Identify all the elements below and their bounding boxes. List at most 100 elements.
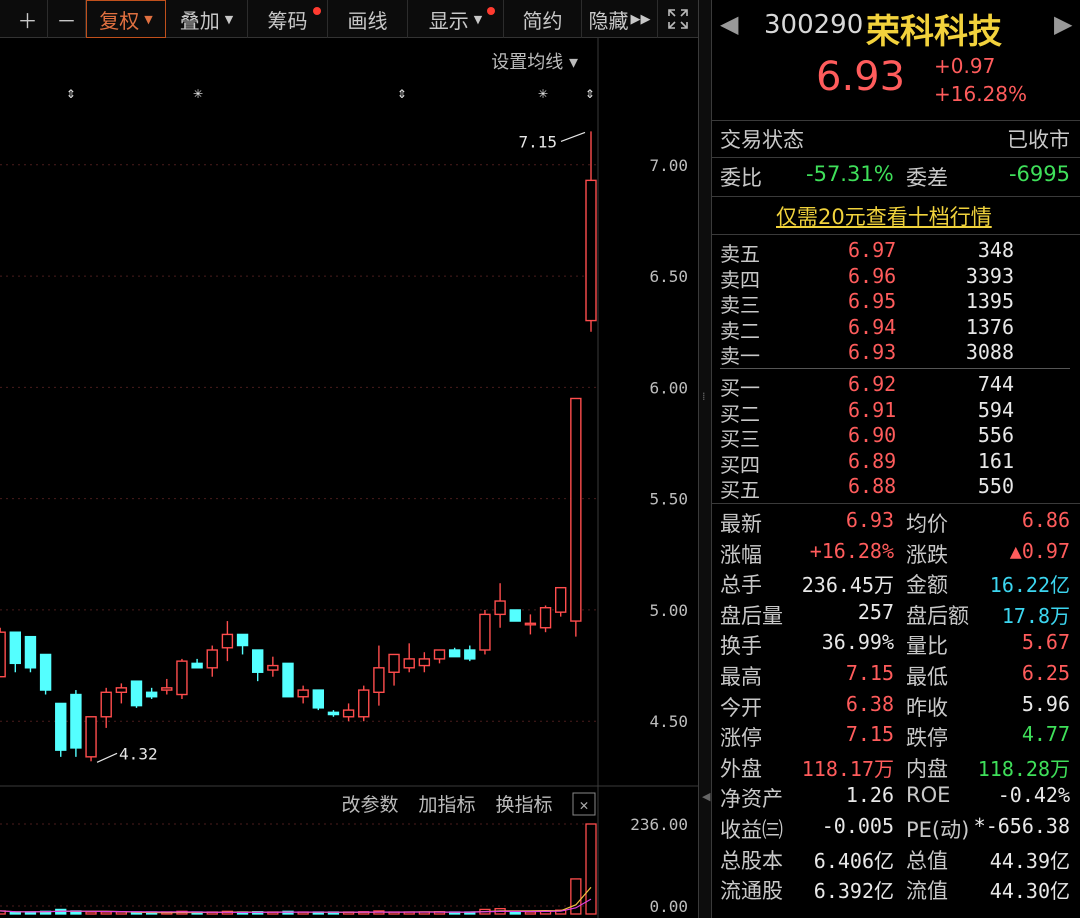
indicator-button[interactable]: 加指标: [418, 794, 475, 816]
quote-value: 6.25: [1021, 661, 1070, 685]
weicha-label: 委差: [906, 166, 948, 190]
candle-body: [24, 635, 37, 669]
candle-body: [297, 689, 309, 698]
sell-level-label: 卖一: [720, 344, 760, 368]
candle-body: [433, 649, 446, 660]
quote-label: 涨跌: [906, 542, 948, 567]
sell-level-price: 6.97: [848, 238, 897, 262]
jianyue-button[interactable]: 简约: [504, 0, 582, 38]
low-price-arrow: [96, 752, 118, 763]
quote-value: 16.22亿: [989, 573, 1070, 598]
quote-label: 收益㈢: [720, 818, 783, 842]
notification-dot-icon: [313, 7, 321, 15]
quote-label: 总值: [906, 848, 948, 873]
event-marker-icon: ✳: [538, 83, 548, 102]
kline-chart[interactable]: 设置均线 ▾ ⇕ ✳ ⇕ ✳ ⇕ 7.00 6.50 6.00 5.50 5.00 4.50 7.15 4…: [0, 38, 698, 918]
fuquan-dropdown[interactable]: 复权 ▼: [86, 0, 166, 38]
yincang-button[interactable]: 隐藏 ▶▶: [582, 0, 658, 38]
sell-level-price: 6.96: [848, 263, 897, 288]
buy-level-volume: 556: [977, 423, 1014, 447]
sell-level-volume: 1376: [965, 314, 1014, 339]
buy-level-price: 6.92: [848, 372, 897, 396]
event-marker-icon: ✳: [193, 83, 203, 102]
quote-value: 5.96: [1021, 691, 1070, 716]
xianshi-dropdown[interactable]: 显示 ▼: [408, 0, 504, 38]
chouma-label: 筹码: [267, 8, 308, 33]
divider: [712, 503, 1080, 504]
candle-body: [479, 613, 491, 651]
volume-bar: [100, 911, 112, 915]
event-marker-icon: ⇕: [585, 83, 595, 102]
quote-value: 6.93: [845, 508, 894, 532]
zoom-in-button[interactable]: ＋: [8, 0, 48, 38]
candle-body: [267, 664, 279, 671]
candle-body: [251, 649, 264, 673]
quote-value: 4.77: [1021, 722, 1070, 747]
candle-body: [539, 607, 552, 629]
quote-label: 盘后额: [906, 603, 969, 628]
quote-value: 6.38: [845, 691, 894, 716]
stock-code: 300290: [764, 10, 864, 40]
quote-label: 最新: [720, 512, 762, 536]
quote-label: 昨收: [906, 695, 948, 720]
volume-bar: [524, 911, 537, 915]
ma-setting-dropdown[interactable]: 设置均线 ▾: [491, 52, 578, 73]
quote-value: 17.8万: [1001, 603, 1070, 628]
indicator-button[interactable]: 改参数: [341, 794, 398, 816]
quote-value: -0.005: [821, 814, 894, 838]
sell-level-price: 6.93: [848, 340, 897, 364]
buy-level-volume: 161: [977, 448, 1014, 473]
candle-body: [55, 702, 67, 751]
quote-label: 最高: [720, 665, 762, 689]
panel-splitter[interactable]: ⁞ ◀: [698, 0, 712, 918]
volume-bar: [509, 911, 521, 915]
quote-label: 涨幅: [720, 542, 762, 567]
next-stock-arrow-icon[interactable]: ▶: [1054, 10, 1072, 38]
quote-value: *-656.38: [973, 814, 1070, 838]
candle-body: [403, 658, 415, 669]
quote-value: 44.30亿: [989, 879, 1070, 904]
price-axis-tick: 6.50: [649, 267, 688, 286]
level2-promo-link[interactable]: 仅需20元查看十档行情: [776, 201, 992, 231]
quote-label: PE(动): [906, 818, 970, 842]
quote-label: ROE: [906, 783, 951, 808]
last-price: 6.93: [816, 54, 906, 100]
candle-body: [39, 653, 52, 691]
caret-down-icon: ▼: [473, 12, 483, 26]
divider: [712, 157, 1080, 158]
stock-name: 荣科科技: [866, 12, 1002, 52]
chouma-button[interactable]: 筹码: [248, 0, 328, 38]
candle-body: [312, 689, 324, 709]
quote-value: 7.15: [845, 722, 894, 747]
buy-level-price: 6.89: [848, 448, 897, 473]
diejia-dropdown[interactable]: 叠加 ▼: [166, 0, 248, 38]
sell-level-price: 6.95: [848, 289, 897, 313]
candle-body: [555, 586, 567, 613]
huaxian-button[interactable]: 画线: [328, 0, 408, 38]
sell-level-volume: 348: [977, 238, 1014, 262]
sell-level-price: 6.94: [848, 314, 897, 339]
buy-level-price: 6.88: [848, 474, 897, 498]
indicator-button[interactable]: 换指标: [495, 794, 552, 816]
prev-stock-arrow-icon[interactable]: ◀: [720, 10, 738, 38]
quote-label: 涨停: [720, 726, 762, 751]
price-change-pct: +16.28%: [934, 82, 1028, 106]
buy-level-price: 6.90: [848, 423, 897, 447]
fullscreen-button[interactable]: [658, 0, 698, 38]
quote-label: 最低: [906, 665, 948, 689]
zoom-out-button[interactable]: －: [48, 0, 86, 38]
caret-down-icon: ▼: [224, 12, 234, 26]
volume-bar: [85, 911, 97, 915]
notification-dot-icon: [487, 7, 495, 15]
quote-label: 内盘: [906, 756, 948, 781]
quote-label: 金额: [906, 573, 948, 598]
quote-label: 今开: [720, 695, 762, 720]
buy-level-volume: 550: [977, 474, 1014, 498]
buy-level-volume: 744: [977, 372, 1014, 396]
quote-panel: ◀ 300290 荣科科技 ▶ 6.93 +0.97 +16.28% 交易状态 …: [712, 0, 1080, 918]
kline-chart-area[interactable]: 设置均线 ▾ ⇕ ✳ ⇕ ✳ ⇕ 7.00 6.50 6.00 5.50 5.00 4.50 7.15 4…: [0, 38, 698, 918]
candle-body: [342, 709, 355, 718]
orderbook-divider: [720, 368, 1070, 369]
trade-status-value: 已收市: [1007, 128, 1070, 152]
candle-body: [464, 649, 476, 660]
